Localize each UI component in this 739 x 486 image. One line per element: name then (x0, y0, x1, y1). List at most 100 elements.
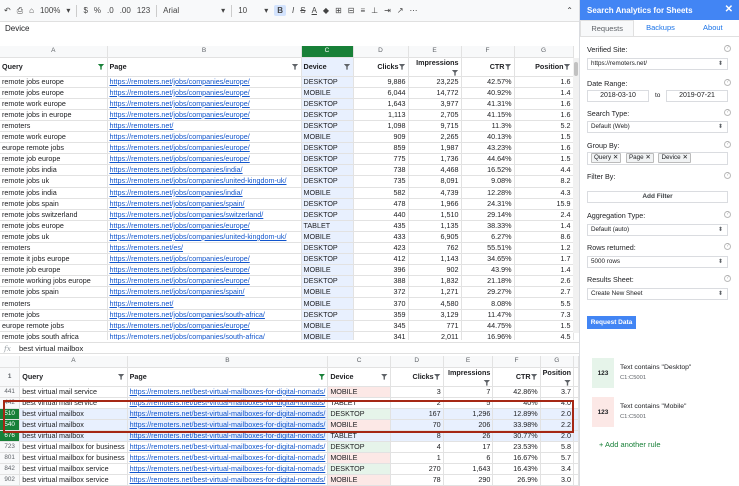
table-cell[interactable]: DESKTOP (327, 441, 391, 454)
table-cell[interactable]: remote jobs europe (0, 87, 108, 99)
table-cell[interactable]: https://remoters.net/best-virtual-mailbo… (127, 430, 329, 443)
table-cell[interactable]: 1,143 (408, 253, 462, 266)
table-cell[interactable]: 1.6 (514, 76, 574, 88)
page-link[interactable]: https://remoters.net/jobs/companies/euro… (110, 99, 250, 108)
table-cell[interactable]: 8.6 (514, 231, 574, 244)
table-cell[interactable]: 12.89% (492, 408, 541, 420)
column-letter[interactable]: B (107, 46, 302, 58)
group-by-field[interactable]: Query ✕ Page ✕ Device ✕ (587, 152, 728, 165)
table-cell[interactable]: DESKTOP (327, 408, 391, 420)
page-link[interactable]: https://remoters.net/jobs/companies/spai… (110, 287, 245, 296)
table-cell[interactable]: MOBILE (327, 386, 391, 398)
table-cell[interactable]: 1,736 (408, 153, 462, 166)
table-cell[interactable]: 412 (353, 253, 409, 266)
table-cell[interactable]: https://remoters.net/jobs/companies/euro… (107, 320, 302, 332)
table-cell[interactable]: 17 (443, 441, 494, 454)
table-cell[interactable]: https://remoters.net/jobs/companies/unit… (107, 231, 302, 244)
table-cell[interactable]: 433 (353, 231, 409, 244)
filter-icon[interactable] (291, 63, 299, 70)
add-rule-link[interactable]: + Add another rule (599, 440, 661, 449)
table-cell[interactable]: 1.5 (514, 131, 574, 144)
table-cell[interactable]: https://remoters.net/best-virtual-mailbo… (127, 452, 329, 465)
header-cell[interactable]: Page (127, 367, 329, 387)
help-icon[interactable]: ? (724, 109, 731, 116)
search-type-select[interactable]: Default (Web) ⬍ (587, 121, 728, 133)
table-cell[interactable]: 771 (408, 320, 462, 332)
table-cell[interactable]: remoters (0, 297, 108, 310)
table-cell[interactable]: https://remoters.net/jobs/companies/spai… (107, 286, 302, 299)
table-cell[interactable]: 5.7 (540, 452, 575, 465)
more-formats-button[interactable]: 123 (137, 6, 150, 15)
table-cell[interactable]: 735 (353, 175, 409, 188)
group-chip-device[interactable]: Device ✕ (658, 153, 691, 163)
table-cell[interactable]: 435 (353, 220, 409, 232)
table-cell[interactable]: 42.86% (492, 386, 541, 398)
table-cell[interactable]: 2.0 (540, 408, 575, 420)
bold-button[interactable]: B (274, 5, 286, 16)
table-cell[interactable]: https://remoters.net/ (107, 297, 302, 310)
table-cell[interactable]: 1,643 (443, 463, 494, 476)
help-icon[interactable]: ? (724, 211, 731, 218)
page-link[interactable]: https://remoters.net/jobs/companies/indi… (110, 188, 243, 197)
table-cell[interactable]: MOBILE (301, 331, 354, 340)
table-cell[interactable]: 1.5 (514, 320, 574, 332)
table-cell[interactable]: 29.27% (461, 286, 515, 299)
table-cell[interactable]: best virtual mail service (19, 386, 128, 398)
table-cell[interactable]: https://remoters.net/jobs/companies/unit… (107, 175, 302, 188)
date-from-input[interactable]: 2018-03-10 (587, 90, 649, 102)
page-link[interactable]: https://remoters.net/best-virtual-mailbo… (130, 387, 326, 396)
table-cell[interactable]: 23.53% (492, 441, 541, 454)
page-link[interactable]: https://remoters.net/jobs/companies/euro… (110, 132, 250, 141)
header-cell[interactable]: CTR (461, 57, 515, 77)
table-cell[interactable]: 1.2 (514, 242, 574, 255)
header-cell[interactable]: Clicks (353, 57, 409, 77)
table-cell[interactable]: https://remoters.net/best-virtual-mailbo… (127, 474, 329, 486)
table-cell[interactable]: 16.43% (492, 463, 541, 476)
table-cell[interactable]: best virtual mailbox for business (19, 441, 128, 454)
table-cell[interactable]: DESKTOP (301, 275, 354, 288)
table-cell[interactable]: 3 (390, 386, 444, 398)
table-cell[interactable]: remote jobs uk (0, 175, 108, 188)
remove-chip-icon[interactable]: ✕ (682, 154, 687, 161)
page-link[interactable]: https://remoters.net/jobs/companies/euro… (110, 110, 250, 119)
table-cell[interactable]: https://remoters.net/jobs/companies/swit… (107, 209, 302, 221)
table-cell[interactable]: 4.4 (514, 164, 574, 177)
table-cell[interactable]: 3,977 (408, 98, 462, 110)
table-cell[interactable]: 6 (443, 452, 494, 465)
page-link[interactable]: https://remoters.net/jobs/companies/euro… (110, 254, 250, 263)
column-letter[interactable]: G (514, 46, 574, 58)
column-letter[interactable]: A (0, 46, 108, 58)
table-cell[interactable]: 26.9% (492, 474, 541, 486)
table-cell[interactable]: 12.28% (461, 187, 515, 199)
table-cell[interactable]: MOBILE (301, 264, 354, 277)
table-cell[interactable]: DESKTOP (301, 109, 354, 121)
table-cell[interactable]: best virtual mailbox for business (19, 452, 128, 465)
table-cell[interactable]: 30.77% (492, 430, 541, 443)
table-cell[interactable]: 40.13% (461, 131, 515, 144)
undo-icon[interactable]: ↶ (4, 6, 11, 15)
text-color-button[interactable]: A (312, 6, 317, 15)
table-cell[interactable]: 4,580 (408, 297, 462, 310)
table-cell[interactable]: 582 (353, 187, 409, 199)
filter-icon[interactable] (433, 373, 441, 380)
table-cell[interactable]: DESKTOP (301, 76, 354, 88)
table-cell[interactable]: 7 (443, 386, 494, 398)
table-cell[interactable]: 909 (353, 131, 409, 144)
table-cell[interactable]: TABLET (327, 397, 391, 409)
add-filter-button[interactable]: Add Filter (587, 191, 728, 203)
fill-color-icon[interactable]: ◆ (323, 6, 329, 15)
table-cell[interactable]: 372 (353, 286, 409, 299)
filter-icon[interactable] (564, 379, 571, 386)
table-cell[interactable]: 3.4 (540, 463, 575, 476)
table-cell[interactable]: 2.4 (514, 209, 574, 221)
wrap-icon[interactable]: ⇥ (384, 6, 391, 15)
table-cell[interactable]: remote jobs switzerland (0, 209, 108, 221)
table-cell[interactable]: 70 (390, 419, 444, 431)
remove-chip-icon[interactable]: ✕ (613, 154, 618, 161)
filter-icon[interactable] (97, 63, 105, 70)
table-cell[interactable]: MOBILE (301, 231, 354, 244)
table-cell[interactable]: 11.47% (461, 309, 515, 321)
column-letter[interactable]: C (301, 46, 354, 58)
tab-requests[interactable]: Requests (580, 20, 635, 36)
table-cell[interactable]: 1,966 (408, 198, 462, 210)
